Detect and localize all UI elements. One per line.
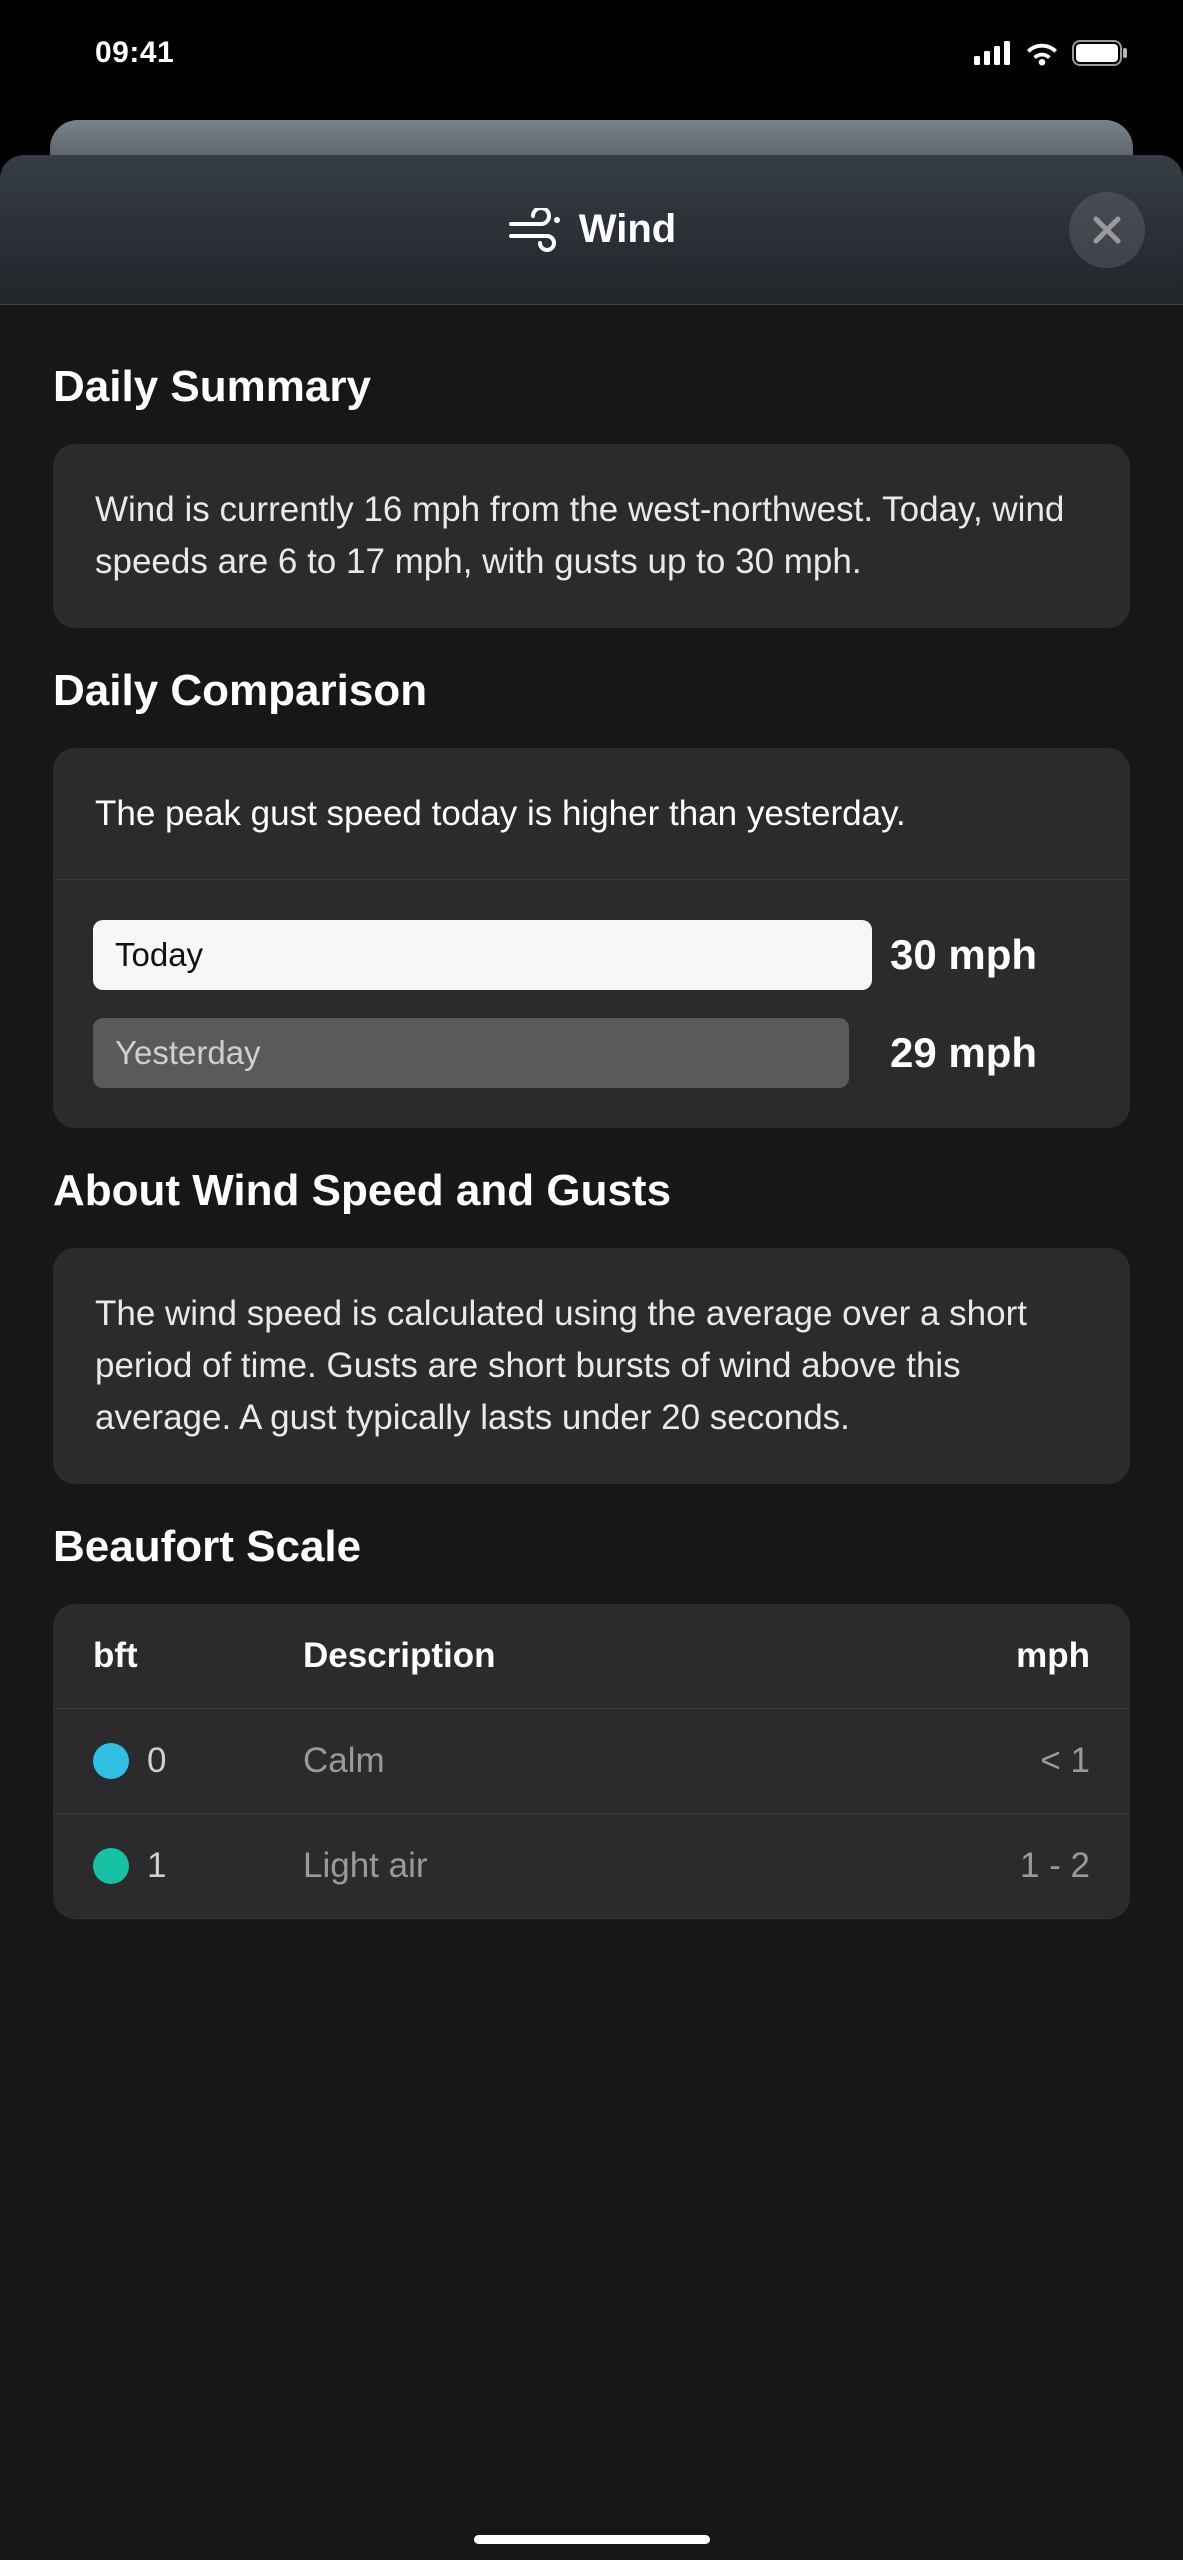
- col-header-desc: Description: [303, 1636, 890, 1676]
- bar-label: Today: [115, 936, 203, 974]
- wind-icon: [507, 208, 563, 252]
- table-row: 1 Light air 1 - 2: [53, 1814, 1130, 1919]
- table-header-row: bft Description mph: [53, 1604, 1130, 1709]
- sheet-content[interactable]: Daily Summary Wind is currently 16 mph f…: [0, 305, 1183, 1919]
- daily-summary-card: Wind is currently 16 mph from the west-n…: [53, 444, 1130, 628]
- close-button[interactable]: [1069, 192, 1145, 268]
- beaufort-mph: 1 - 2: [890, 1846, 1090, 1886]
- beaufort-desc: Calm: [303, 1741, 890, 1781]
- beaufort-mph: < 1: [890, 1741, 1090, 1781]
- bar-value-today: 30 mph: [890, 931, 1090, 979]
- beaufort-swatch: [93, 1743, 129, 1779]
- col-header-bft: bft: [93, 1636, 303, 1676]
- bar-value-yesterday: 29 mph: [890, 1029, 1090, 1077]
- about-card: The wind speed is calculated using the a…: [53, 1248, 1130, 1483]
- bft-value: 1: [147, 1846, 166, 1886]
- section-title-daily-summary: Daily Summary: [53, 362, 1130, 412]
- comparison-bar-today: Today 30 mph: [93, 920, 1090, 990]
- beaufort-table: bft Description mph 0 Calm < 1 1: [53, 1604, 1130, 1919]
- comparison-chart: Today 30 mph Yesterday 29 mph: [53, 880, 1130, 1128]
- bar-label: Yesterday: [115, 1034, 261, 1072]
- bft-cell: 0: [93, 1741, 303, 1781]
- cellular-icon: [974, 41, 1012, 65]
- home-indicator[interactable]: [474, 2535, 710, 2544]
- status-bar: 09:41: [0, 0, 1183, 105]
- close-icon: [1090, 213, 1124, 247]
- daily-summary-text: Wind is currently 16 mph from the west-n…: [95, 484, 1088, 588]
- section-title-about: About Wind Speed and Gusts: [53, 1166, 1130, 1216]
- wind-detail-sheet: Wind Daily Summary Wind is currently 16 …: [0, 155, 1183, 2560]
- status-icons: [974, 40, 1128, 66]
- section-title-daily-comparison: Daily Comparison: [53, 666, 1130, 716]
- beaufort-desc: Light air: [303, 1846, 890, 1886]
- bar-yesterday: Yesterday: [93, 1018, 849, 1088]
- battery-icon: [1072, 40, 1128, 66]
- section-title-beaufort: Beaufort Scale: [53, 1522, 1130, 1572]
- beaufort-swatch: [93, 1848, 129, 1884]
- comparison-bar-yesterday: Yesterday 29 mph: [93, 1018, 1090, 1088]
- daily-comparison-card: The peak gust speed today is higher than…: [53, 748, 1130, 1129]
- sheet-title: Wind: [579, 207, 676, 252]
- status-time: 09:41: [95, 36, 174, 70]
- table-row: 0 Calm < 1: [53, 1709, 1130, 1814]
- sheet-header: Wind: [0, 155, 1183, 305]
- col-header-mph: mph: [890, 1636, 1090, 1676]
- bar-today: Today: [93, 920, 872, 990]
- daily-comparison-text: The peak gust speed today is higher than…: [53, 748, 1130, 881]
- about-text: The wind speed is calculated using the a…: [95, 1288, 1088, 1443]
- bft-cell: 1: [93, 1846, 303, 1886]
- bft-value: 0: [147, 1741, 166, 1781]
- wifi-icon: [1024, 40, 1060, 66]
